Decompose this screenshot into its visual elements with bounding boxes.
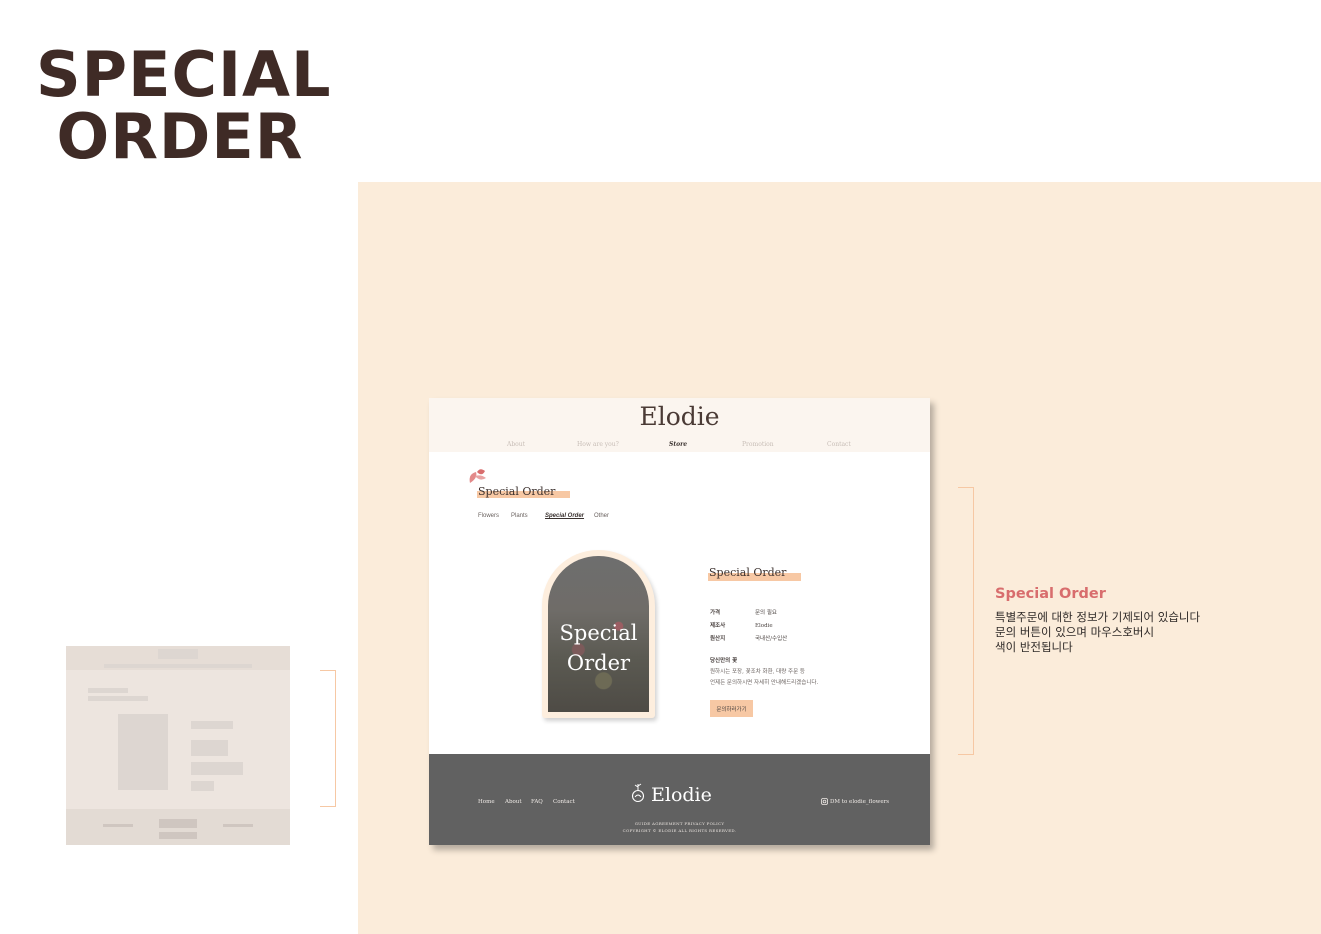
info-value: 문의 필요 <box>755 610 777 616</box>
description-title: 당신만의 꽃 <box>710 658 738 664</box>
page-title-line-1: SPECIAL <box>36 38 332 111</box>
info-row-price: 가격 문의 필요 <box>710 608 777 616</box>
footer-link-about[interactable]: About <box>505 799 522 805</box>
info-key: 원산지 <box>710 636 726 642</box>
nav-about[interactable]: About <box>507 441 525 448</box>
product-image-caption-line-2: Order <box>566 651 631 675</box>
info-row-origin: 원산지 국내산/수입산 <box>710 634 787 642</box>
info-key: 제조사 <box>710 623 726 629</box>
site-logo[interactable]: Elodie <box>429 402 930 431</box>
tab-other[interactable]: Other <box>594 513 609 519</box>
footer-legal-links[interactable]: GUIDE AGREEMENT PRIVACY POLICY <box>429 821 930 826</box>
footer-logo[interactable]: Elodie <box>651 784 712 806</box>
product-image-frame: Special Order <box>542 550 655 718</box>
tab-plants[interactable]: Plants <box>511 513 528 519</box>
footer-link-home[interactable]: Home <box>478 799 495 805</box>
product-image-caption-line-1: Special <box>559 621 638 645</box>
section-title: Special Order <box>478 485 556 498</box>
annotation-line-3: 색이 반전됩니다 <box>995 640 1073 654</box>
page-title-line-2: ORDER <box>56 100 304 173</box>
mockup-header: Elodie About How are you? Store Promotio… <box>429 398 930 452</box>
description-line-2: 언제든 문의하시면 자세히 안내해드리겠습니다. <box>710 680 819 686</box>
bracket-right <box>958 487 974 755</box>
instagram-link[interactable]: DM to elodie_flowers <box>821 798 889 805</box>
annotation-title: Special Order <box>995 586 1106 602</box>
description-line-1: 원하시는 포장, 꽃조차 화환, 대량 주문 등 <box>710 669 805 675</box>
annotation-line-2: 문의 버튼이 있으며 마우스호버시 <box>995 625 1155 639</box>
footer-link-contact[interactable]: Contact <box>553 799 575 805</box>
product-title: Special Order <box>709 566 787 579</box>
bracket-left <box>320 670 336 807</box>
wireframe-thumbnail <box>66 646 290 845</box>
nav-contact[interactable]: Contact <box>827 441 851 448</box>
info-key: 가격 <box>710 610 721 616</box>
petal-icon <box>469 469 486 483</box>
tab-special-order[interactable]: Special Order <box>545 513 584 519</box>
nav-store[interactable]: Store <box>669 441 687 448</box>
instagram-handle: DM to elodie_flowers <box>830 798 890 805</box>
nav-how-are-you[interactable]: How are you? <box>577 441 619 448</box>
info-value: Elodie <box>755 623 773 629</box>
footer-copyright: COPYRIGHT © ELODIE ALL RIGHTS RESERVED. <box>622 828 737 833</box>
info-row-maker: 제조사 Elodie <box>710 621 773 629</box>
inquiry-button[interactable]: 문의하러가기 <box>710 700 753 717</box>
instagram-icon <box>821 798 828 805</box>
product-image-caption: Special Order <box>548 618 649 678</box>
flower-bulb-icon <box>631 783 645 803</box>
page-title: SPECIAL ORDER <box>36 38 332 173</box>
product-image: Special Order <box>548 556 649 712</box>
footer-link-faq[interactable]: FAQ <box>531 799 543 805</box>
website-mockup: Elodie About How are you? Store Promotio… <box>429 398 930 845</box>
annotation-line-1: 특별주문에 대한 정보가 기제되어 있습니다 <box>995 610 1201 624</box>
nav-promotion[interactable]: Promotion <box>742 441 774 448</box>
tab-flowers[interactable]: Flowers <box>478 513 499 519</box>
info-value: 국내산/수입산 <box>755 636 788 642</box>
mockup-footer: Home About FAQ Contact Elodie DM to elod… <box>429 754 930 845</box>
